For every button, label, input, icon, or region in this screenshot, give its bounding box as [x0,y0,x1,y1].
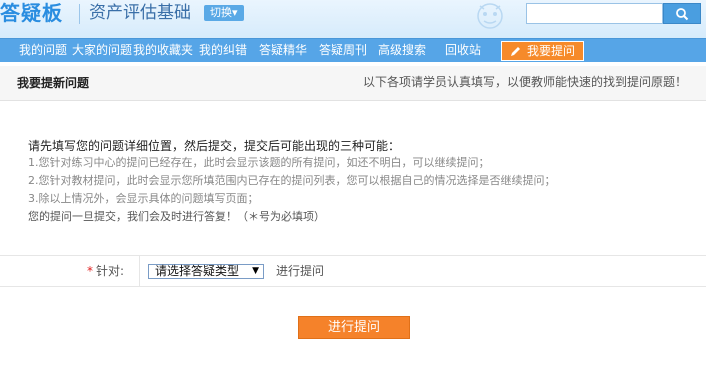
main-nav: 我的问题 大家的问题 我的收藏夹 我的纠错 答疑精华 答疑周刊 高级搜索 回收站… [0,38,706,62]
site-title: 资产评估基础 [89,3,191,23]
section-title: 我要提新问题 [17,76,90,90]
pencil-icon [511,47,520,56]
nav-my-favorites[interactable]: 我的收藏夹 [133,39,193,63]
header: 答疑板 资产评估基础 切换▾ [0,0,706,38]
submit-question-button[interactable]: 进行提问 [298,316,410,339]
required-mark: * [87,264,93,278]
form-after-text: 进行提问 [276,264,325,278]
instruction-item: 3.除以上情况外，会显示具体的问题填写页面； [28,192,259,205]
nav-everyone-questions[interactable]: 大家的问题 [72,39,132,63]
mascot-illustration [477,3,503,29]
nav-my-corrections[interactable]: 我的纠错 [199,39,247,63]
nav-my-questions[interactable]: 我的问题 [19,39,67,63]
instruction-item: 1.您针对练习中心的提问已经存在，此时会显示该题的所有提问，如还不明白，可以继续… [28,156,490,169]
instruction-item: 2.您针对教材提问，此时会显示您所填范围内已存在的提问列表，您可以根据自己的情况… [28,174,556,187]
switch-button[interactable]: 切换▾ [204,5,244,21]
form-row-target: * 针对: 请选择答疑类型 ▼ 进行提问 [0,255,706,287]
logo[interactable]: 答疑板 [0,0,63,30]
qa-type-select-value: 请选择答疑类型 [155,264,240,278]
nav-advanced-search[interactable]: 高级搜索 [378,39,426,63]
nav-qa-highlights[interactable]: 答疑精华 [259,39,307,63]
nav-recycle-bin[interactable]: 回收站 [445,39,481,63]
ask-question-label: 我要提问 [527,44,576,58]
target-label: 针对: [96,264,125,278]
search-icon [676,7,689,20]
search-input[interactable] [526,3,663,24]
ask-question-button[interactable]: 我要提问 [501,41,584,61]
instructions-note: 您的提问一旦提交，我们会及时进行答复！（＊号为必填项） [28,210,325,223]
nav-qa-weekly[interactable]: 答疑周刊 [319,39,367,63]
instructions-intro: 请先填写您的问题详细位置，然后提交，提交后可能出现的三种可能： [28,139,401,153]
qa-type-select[interactable]: 请选择答疑类型 ▼ [148,264,264,279]
form-label-cell: * 针对: [0,256,140,286]
search-button[interactable] [663,3,701,24]
section-header: 我要提新问题 以下各项请学员认真填写，以便教师能快速的找到提问原题！ [0,66,706,101]
chevron-down-icon: ▼ [252,266,259,276]
section-hint: 以下各项请学员认真填写，以便教师能快速的找到提问原题！ [362,75,687,89]
logo-divider [79,4,80,24]
